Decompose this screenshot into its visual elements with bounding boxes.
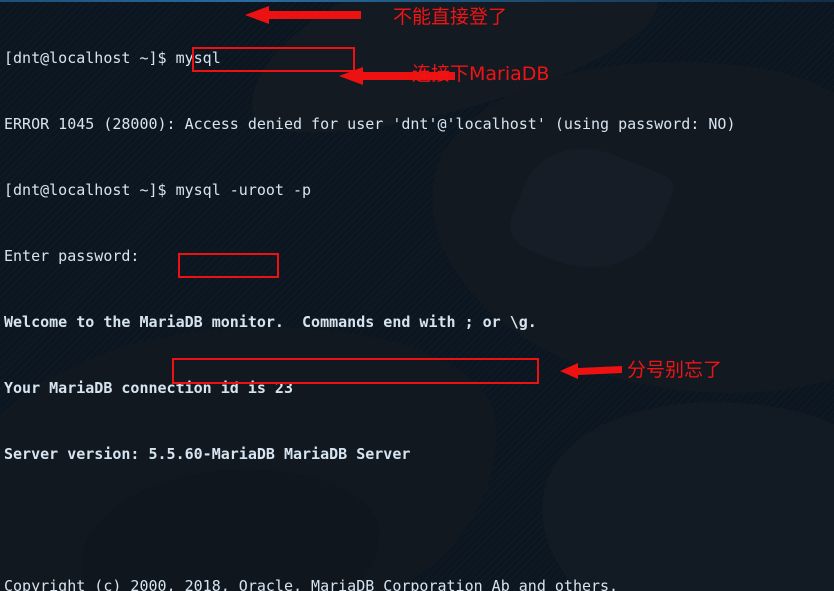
annotation-cannot-login-directly: 不能直接登了: [393, 6, 508, 28]
annotation-dont-forget-semicolon: 分号别忘了: [627, 359, 723, 381]
terminal-line-mysql-uroot-command: [dnt@localhost ~]$ mysql -uroot -p: [4, 181, 312, 199]
terminal-output: [dnt@localhost ~]$ mysql ERROR 1045 (280…: [4, 3, 830, 591]
terminal-window[interactable]: [dnt@localhost ~]$ mysql ERROR 1045 (280…: [0, 0, 834, 591]
terminal-line-server-version: Server version: 5.5.60-MariaDB MariaDB S…: [4, 445, 411, 463]
window-top-edge: [0, 0, 834, 2]
terminal-line-copyright: Copyright (c) 2000, 2018, Oracle, MariaD…: [4, 577, 619, 591]
terminal-line-access-denied-error: ERROR 1045 (28000): Access denied for us…: [4, 115, 736, 133]
terminal-line-enter-password: Enter password:: [4, 247, 140, 265]
annotation-connect-mariadb: 连接下MariaDB: [412, 63, 550, 85]
terminal-line-welcome: Welcome to the MariaDB monitor. Commands…: [4, 313, 537, 331]
